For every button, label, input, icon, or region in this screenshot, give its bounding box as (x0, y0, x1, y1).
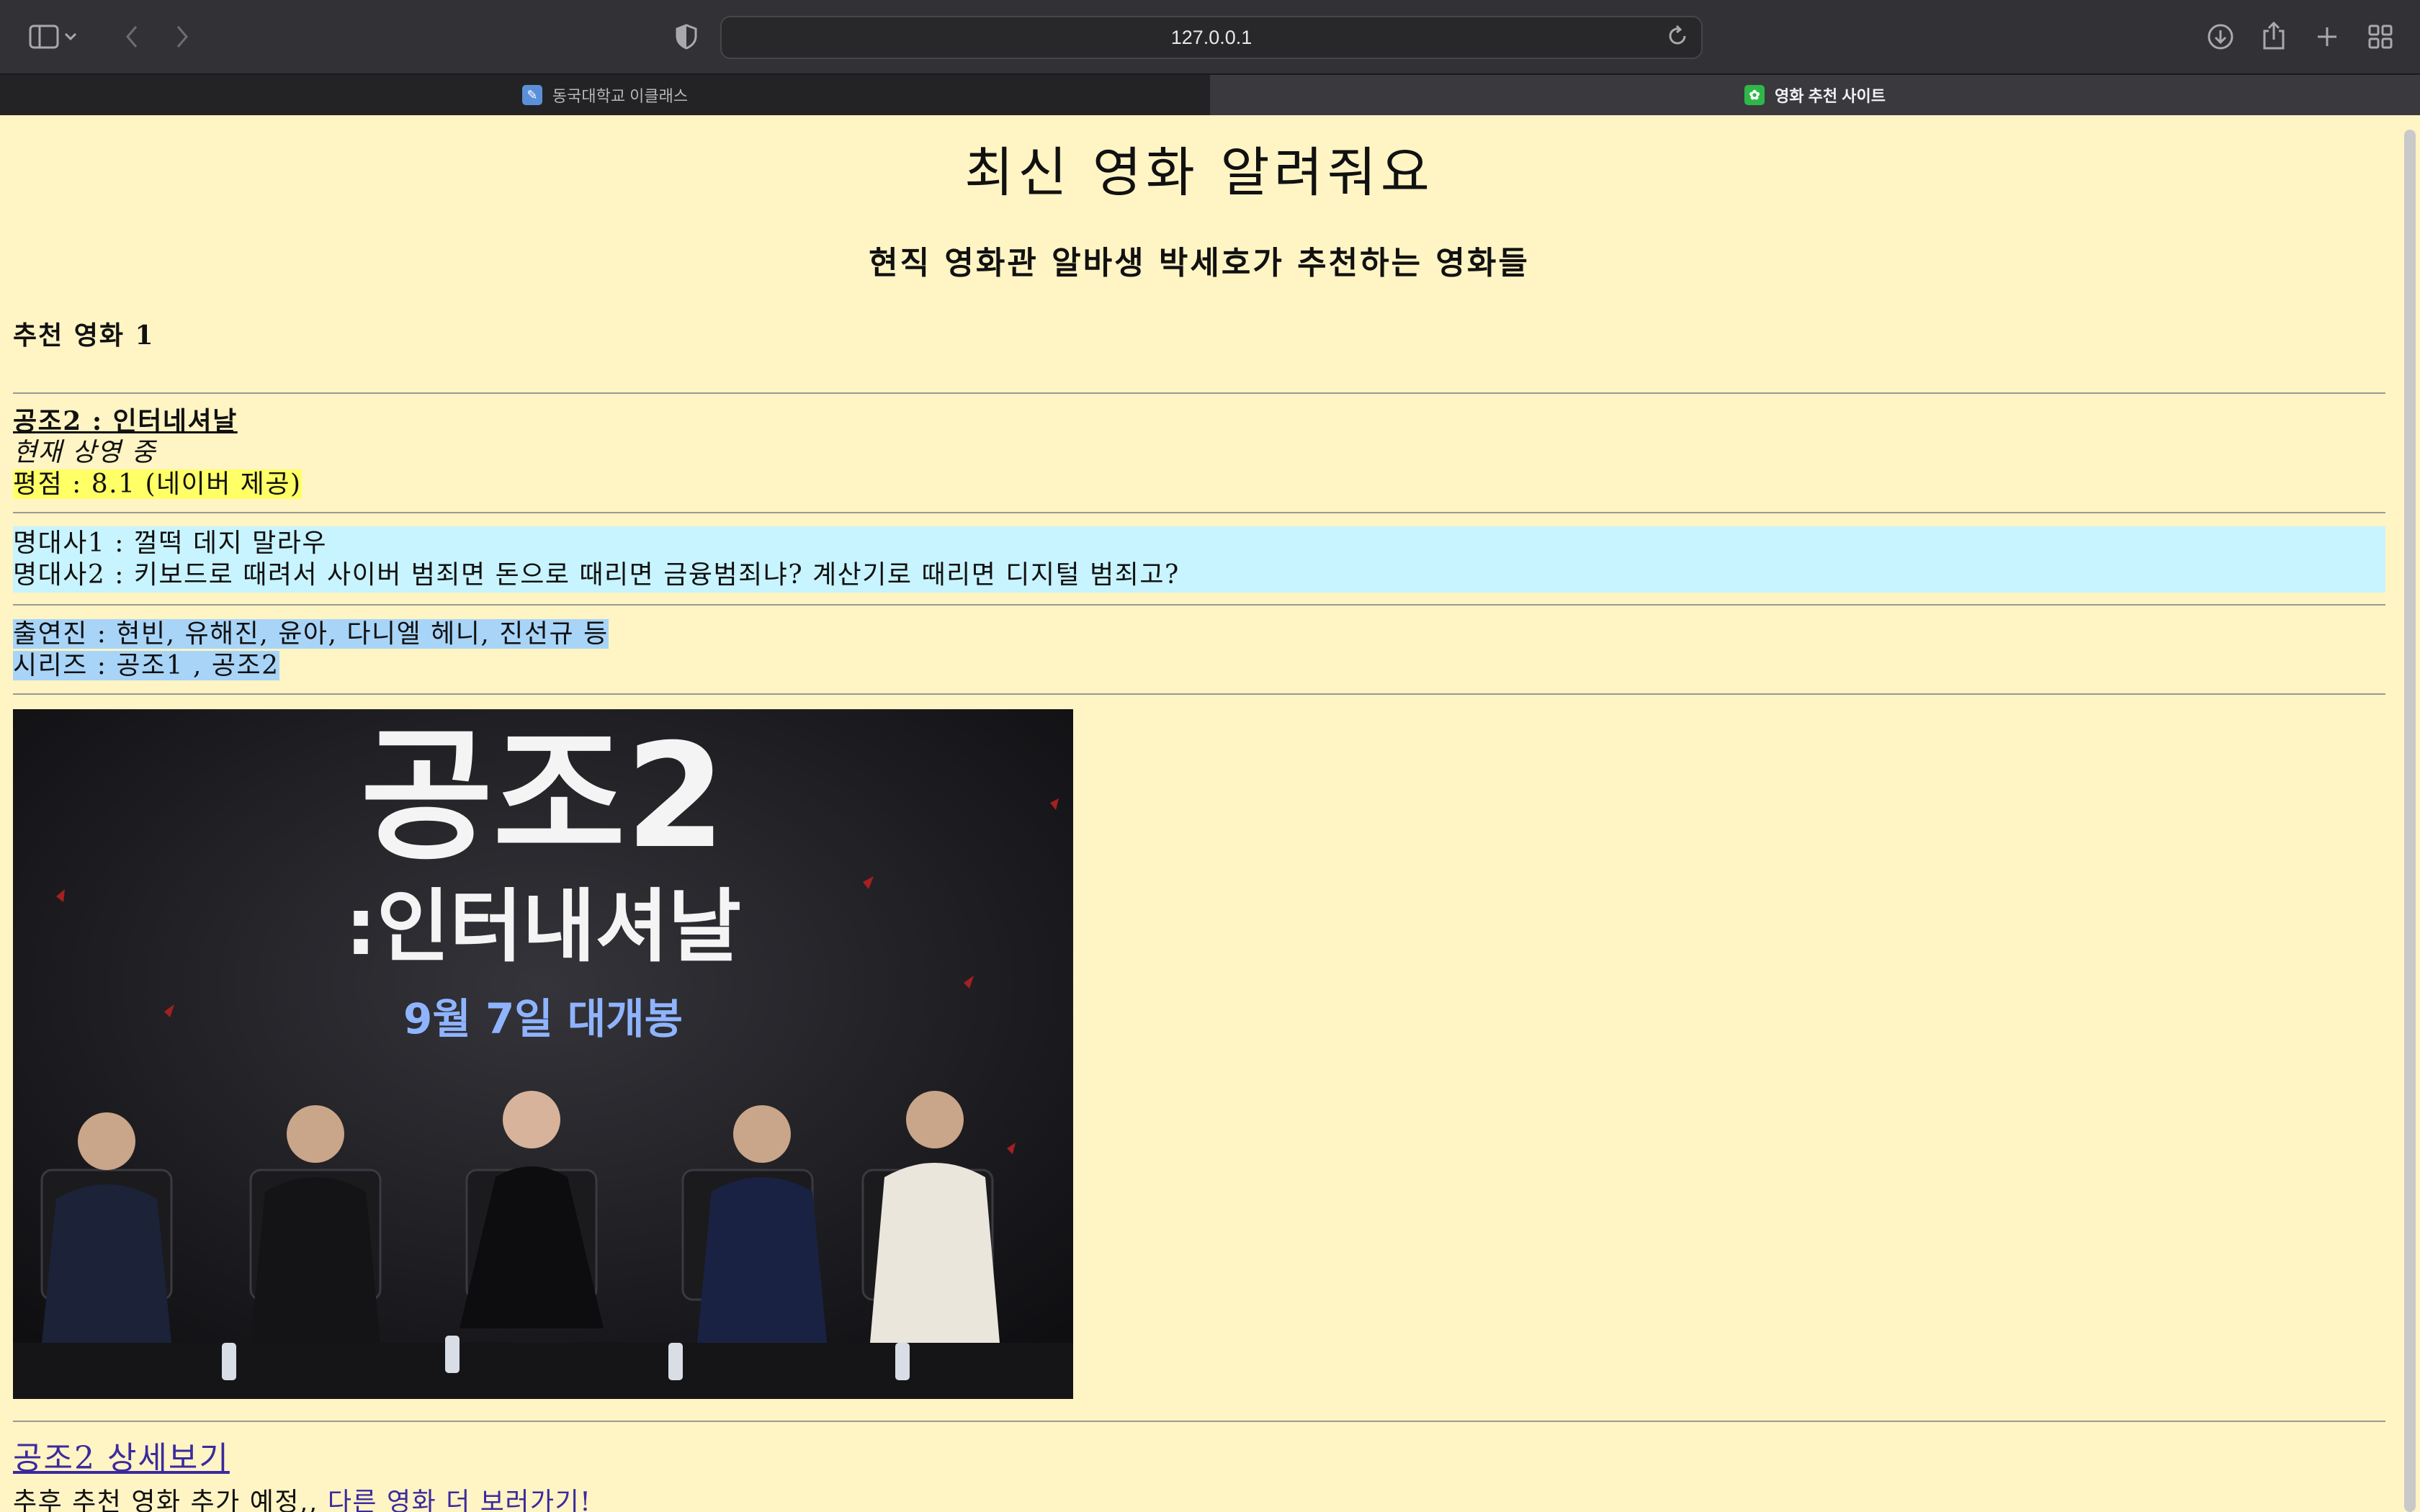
divider (13, 693, 2385, 695)
footer-text: 추후 추천 영화 추가 예정,, (13, 1488, 328, 1512)
detail-link[interactable]: 공조2 상세보기 (13, 1432, 230, 1478)
cast-block: 출연진 : 현빈, 유해진, 윤아, 다니엘 헤니, 진선규 등 시리즈 : 공… (13, 618, 2385, 682)
browser-toolbar: 127.0.0.1 (0, 0, 2420, 73)
tab-movie-site[interactable]: ✿ 영화 추천 사이트 (1210, 73, 2420, 115)
notepad-icon: ✎ (521, 85, 542, 105)
cast-text: 출연진 : 현빈, 유해진, 윤아, 다니엘 헤니, 진선규 등 (13, 619, 609, 649)
screening-status: 현재 상영 중 (13, 438, 156, 467)
movie-title: 공조2 : 인터네셔날 (13, 406, 238, 436)
rating-text: 평점 : 8.1 (네이버 제공) (13, 469, 302, 499)
back-icon[interactable] (107, 12, 157, 62)
url-text: 127.0.0.1 (1170, 26, 1252, 48)
poster-title: 공조2 (360, 713, 725, 881)
tab-eclass[interactable]: ✎ 동국대학교 이클래스 (0, 73, 1210, 115)
movie-poster-image: 공조2 :인터내셔날 9월 7일 대개봉 (13, 709, 1073, 1399)
tabs-overview-icon[interactable] (2355, 12, 2406, 62)
page-title: 최신 영화 알려줘요 (964, 142, 1434, 204)
share-icon[interactable] (2249, 10, 2299, 60)
footer-line: 추후 추천 영화 추가 예정,, 다른 영화 더 보러가기! (13, 1481, 2385, 1512)
page-subtitle: 현직 영화관 알바생 박세호가 추천하는 영화들 (869, 245, 1530, 282)
section-heading: 추천 영화 1 (13, 320, 155, 351)
download-icon[interactable] (2195, 12, 2246, 62)
plus-icon[interactable] (2302, 12, 2352, 62)
quote-2: 명대사2 : 키보드로 때려서 사이버 범죄면 돈으로 때리면 금융범죄냐? 계… (13, 560, 1180, 590)
more-movies-link[interactable]: 다른 영화 더 보러가기! (328, 1488, 591, 1512)
poster-subtitle: :인터내셔날 (345, 881, 741, 973)
divider (13, 392, 2385, 394)
quote-1: 명대사1 : 껄떡 데지 말라우 (13, 528, 328, 558)
poster-release-date: 9월 7일 대개봉 (403, 994, 683, 1043)
tab-bar: ✎ 동국대학교 이클래스 ✿ 영화 추천 사이트 (0, 73, 2420, 115)
page-content: 최신 영화 알려줘요 현직 영화관 알바생 박세호가 추천하는 영화들 추천 영… (0, 130, 2420, 1512)
tab-label: 영화 추천 사이트 (1775, 87, 1886, 105)
site-favicon-icon: ✿ (1744, 85, 1765, 105)
page-viewport: 최신 영화 알려줘요 현직 영화관 알바생 박세호가 추천하는 영화들 추천 영… (0, 115, 2420, 1512)
series-text: 시리즈 : 공조1 , 공조2 (13, 651, 279, 680)
divider (13, 604, 2385, 606)
address-bar[interactable]: 127.0.0.1 (720, 16, 1703, 59)
divider (13, 1421, 2385, 1422)
scrollbar[interactable] (2404, 130, 2416, 1512)
chevron-down-icon[interactable] (56, 12, 85, 62)
tab-label: 동국대학교 이클래스 (552, 87, 689, 105)
divider (13, 512, 2385, 513)
quotes-block: 명대사1 : 껄떡 데지 말라우 명대사2 : 키보드로 때려서 사이버 범죄면… (13, 526, 2385, 593)
reload-icon[interactable] (1667, 24, 1688, 53)
shield-icon[interactable] (661, 12, 712, 62)
forward-icon[interactable] (157, 12, 207, 62)
